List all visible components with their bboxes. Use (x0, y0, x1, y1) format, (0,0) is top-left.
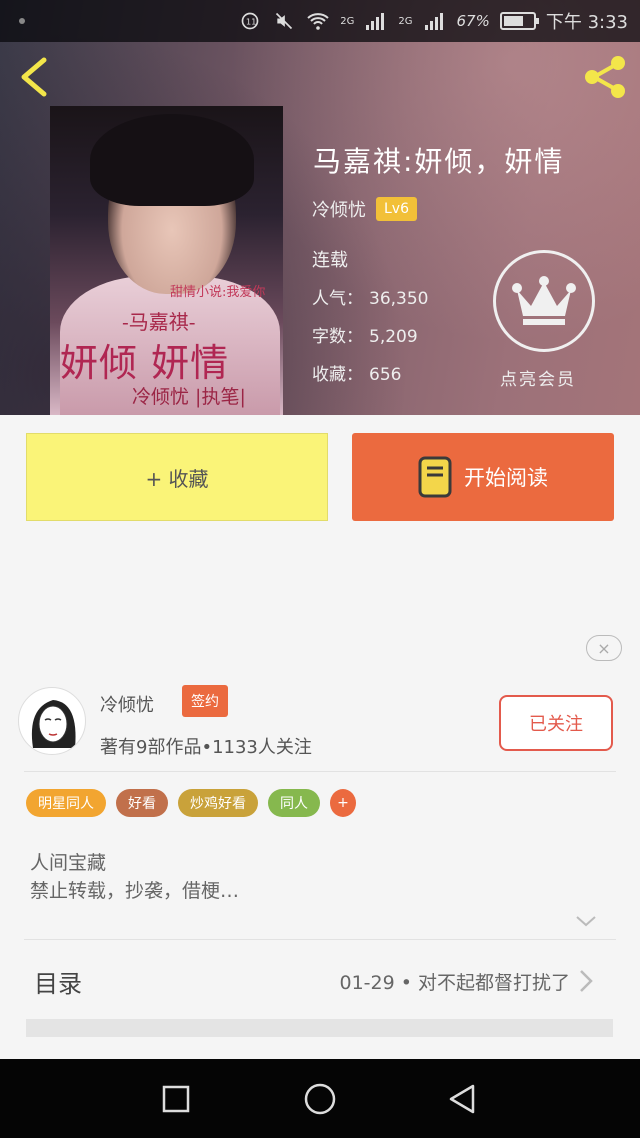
level-badge: Lv6 (376, 197, 417, 221)
stat-value: 656 (369, 365, 402, 385)
avatar-portrait (31, 700, 76, 748)
data-saver-icon: 11 (241, 12, 259, 30)
back-arrow-icon[interactable] (14, 54, 54, 100)
cover-author: 冷倾忧 |执笔| (132, 386, 246, 408)
close-ad-button[interactable]: × (586, 635, 622, 661)
book-detail-body: + 收藏 开始阅读 × 冷倾忧 签约 著有9部作品•1133人关注 已关注 明星… (0, 415, 640, 1059)
signal-1-label: 2G (340, 15, 355, 27)
collect-button[interactable]: + 收藏 (26, 433, 328, 521)
serial-status: 连载 (312, 250, 348, 271)
signal-icon-2 (424, 13, 443, 30)
author-card-name[interactable]: 冷倾忧 (100, 691, 154, 717)
tag-list: 明星同人 好看 炒鸡好看 同人 + (26, 789, 356, 817)
crown-icon (512, 276, 576, 325)
author-avatar[interactable] (18, 687, 86, 755)
signed-badge: 签约 (182, 685, 228, 717)
description-line: 禁止转载，抄袭，借梗… (30, 880, 240, 902)
tag-chip[interactable]: 好看 (116, 789, 168, 817)
author-row: 冷倾忧 Lv6 (312, 196, 417, 222)
stat-label: 人气： (312, 289, 363, 309)
battery-icon (499, 12, 539, 30)
square-icon (162, 1085, 190, 1113)
book-icon (418, 456, 452, 498)
start-reading-label: 开始阅读 (464, 466, 548, 490)
author-meta: 著有9部作品•1133人关注 (100, 737, 312, 758)
follow-button[interactable]: 已关注 (499, 695, 613, 751)
tag-chip[interactable]: 同人 (268, 789, 320, 817)
book-header: 11 2G 2G 67% 下午 3:33 甜情小说:我爱你 -马嘉祺- 妍倾 妍… (0, 0, 640, 415)
system-navigation-bar (0, 1059, 640, 1138)
battery-percent: 67% (456, 12, 490, 30)
book-title: 马嘉祺:妍倾，妍情 (313, 145, 565, 178)
stat-favorites: 收藏： 656 (312, 360, 401, 385)
stat-label: 收藏： (312, 365, 363, 385)
stat-word-count: 字数： 5,209 (312, 322, 418, 347)
stat-popularity: 人气： 36,350 (312, 284, 428, 309)
svg-text:11: 11 (246, 16, 257, 26)
cover-name: -马嘉祺- (122, 310, 196, 334)
author-card: 冷倾忧 签约 著有9部作品•1133人关注 已关注 (0, 683, 640, 771)
share-icon[interactable] (580, 52, 630, 102)
recents-button[interactable] (154, 1077, 198, 1121)
notification-icon (19, 18, 25, 24)
wifi-icon (307, 13, 329, 30)
status-bar: 11 2G 2G 67% 下午 3:33 (0, 0, 640, 42)
stat-label: 字数： (312, 327, 363, 347)
start-reading-button[interactable]: 开始阅读 (352, 433, 614, 521)
toc-label: 目录 (34, 970, 82, 998)
section-placeholder (26, 1019, 613, 1037)
table-of-contents-row[interactable]: 目录 01-29 • 对不起都督打扰了 (0, 940, 640, 1024)
vip-label: 点亮会员 (500, 370, 576, 390)
cover-figure-hair (90, 114, 254, 206)
book-description: 人间宝藏 禁止转载，抄袭，借梗… (30, 849, 239, 905)
description-line: 人间宝藏 (30, 852, 107, 874)
book-cover[interactable]: 甜情小说:我爱你 -马嘉祺- 妍倾 妍情 冷倾忧 |执笔| (50, 106, 283, 415)
signal-icon (366, 13, 385, 30)
home-button[interactable] (298, 1077, 342, 1121)
author-name[interactable]: 冷倾忧 (312, 196, 366, 222)
vip-button[interactable] (493, 250, 595, 352)
tag-chip[interactable]: 明星同人 (26, 789, 106, 817)
stat-value: 5,209 (369, 327, 418, 347)
cover-title: 妍倾 妍情 (60, 341, 230, 385)
cover-subtitle: 甜情小说:我爱你 (170, 285, 266, 300)
divider (24, 771, 616, 772)
mute-icon (276, 12, 293, 30)
clock: 下午 3:33 (545, 12, 628, 33)
signal-2-label: 2G (398, 15, 413, 27)
chevron-right-icon (580, 970, 593, 992)
add-tag-button[interactable]: + (330, 789, 356, 817)
back-button[interactable] (440, 1077, 484, 1121)
stat-value: 36,350 (369, 289, 429, 309)
chevron-down-icon[interactable] (574, 913, 598, 929)
tag-chip[interactable]: 炒鸡好看 (178, 789, 258, 817)
circle-icon (304, 1083, 336, 1115)
triangle-back-icon (449, 1084, 475, 1114)
latest-chapter: 01-29 • 对不起都督打扰了 (339, 972, 571, 994)
